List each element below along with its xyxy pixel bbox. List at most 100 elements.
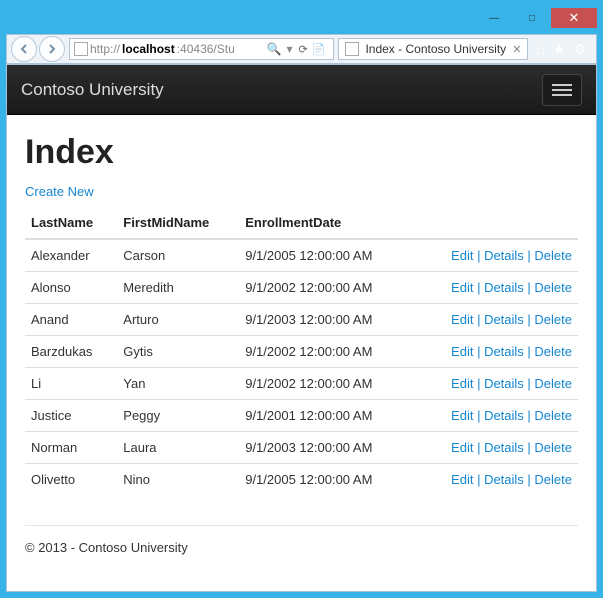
- back-button[interactable]: [11, 36, 37, 62]
- hamburger-bar-icon: [552, 89, 572, 91]
- compat-icon[interactable]: 📄: [312, 43, 326, 56]
- table-row: BarzdukasGytis9/1/2002 12:00:00 AMEdit |…: [25, 336, 578, 368]
- cell-lastname: Anand: [25, 304, 117, 336]
- cell-lastname: Olivetto: [25, 464, 117, 496]
- edit-link[interactable]: Edit: [451, 280, 473, 295]
- cell-actions: Edit | Details | Delete: [413, 304, 579, 336]
- action-separator: |: [473, 248, 484, 263]
- edit-link[interactable]: Edit: [451, 472, 473, 487]
- tab-close-icon[interactable]: ✕: [512, 43, 521, 56]
- delete-link[interactable]: Delete: [534, 440, 572, 455]
- brand-link[interactable]: Contoso University: [21, 80, 164, 100]
- tab-page-icon: [345, 42, 359, 56]
- window-close-button[interactable]: ✕: [551, 8, 597, 28]
- hamburger-bar-icon: [552, 94, 572, 96]
- details-link[interactable]: Details: [484, 248, 524, 263]
- delete-link[interactable]: Delete: [534, 344, 572, 359]
- edit-link[interactable]: Edit: [451, 248, 473, 263]
- page-footer: © 2013 - Contoso University: [25, 525, 578, 573]
- cell-lastname: Alexander: [25, 239, 117, 272]
- browser-toolbar: http://localhost:40436/Stu 🔍 ▾ ⟳ 📄 Index…: [6, 34, 597, 64]
- action-separator: |: [524, 472, 535, 487]
- forward-button[interactable]: [39, 36, 65, 62]
- cell-enrollment: 9/1/2005 12:00:00 AM: [239, 239, 412, 272]
- cell-lastname: Li: [25, 368, 117, 400]
- cell-actions: Edit | Details | Delete: [413, 464, 579, 496]
- edit-link[interactable]: Edit: [451, 376, 473, 391]
- table-row: AlonsoMeredith9/1/2002 12:00:00 AMEdit |…: [25, 272, 578, 304]
- details-link[interactable]: Details: [484, 312, 524, 327]
- edit-link[interactable]: Edit: [451, 344, 473, 359]
- toolbar-right-icons: ⌂ ★ ⚙: [530, 41, 592, 58]
- header-lastname: LastName: [25, 207, 117, 239]
- edit-link[interactable]: Edit: [451, 440, 473, 455]
- page-icon: [74, 42, 88, 56]
- window-title-bar: — □ ✕: [6, 6, 597, 30]
- edit-link[interactable]: Edit: [451, 312, 473, 327]
- details-link[interactable]: Details: [484, 440, 524, 455]
- details-link[interactable]: Details: [484, 408, 524, 423]
- action-separator: |: [473, 280, 484, 295]
- cell-firstname: Yan: [117, 368, 239, 400]
- settings-gear-icon[interactable]: ⚙: [573, 41, 586, 58]
- address-bar[interactable]: http://localhost:40436/Stu 🔍 ▾ ⟳ 📄: [69, 38, 334, 60]
- hamburger-bar-icon: [552, 84, 572, 86]
- footer-text: © 2013 - Contoso University: [25, 540, 188, 555]
- home-icon[interactable]: ⌂: [536, 41, 544, 57]
- scroll-container[interactable]: Contoso University Index Create New Last…: [7, 65, 596, 591]
- details-link[interactable]: Details: [484, 376, 524, 391]
- action-separator: |: [473, 472, 484, 487]
- action-separator: |: [473, 408, 484, 423]
- delete-link[interactable]: Delete: [534, 472, 572, 487]
- table-row: AlexanderCarson9/1/2005 12:00:00 AMEdit …: [25, 239, 578, 272]
- cell-lastname: Norman: [25, 432, 117, 464]
- table-row: JusticePeggy9/1/2001 12:00:00 AMEdit | D…: [25, 400, 578, 432]
- site-navbar: Contoso University: [7, 65, 596, 115]
- page-title: Index: [25, 133, 578, 172]
- window-minimize-button[interactable]: —: [475, 8, 513, 28]
- search-icon[interactable]: 🔍: [264, 42, 285, 56]
- table-header-row: LastName FirstMidName EnrollmentDate: [25, 207, 578, 239]
- cell-actions: Edit | Details | Delete: [413, 272, 579, 304]
- header-firstname: FirstMidName: [117, 207, 239, 239]
- table-row: AnandArturo9/1/2003 12:00:00 AMEdit | De…: [25, 304, 578, 336]
- delete-link[interactable]: Delete: [534, 312, 572, 327]
- cell-firstname: Arturo: [117, 304, 239, 336]
- window-maximize-button[interactable]: □: [513, 8, 551, 28]
- url-host: localhost: [122, 42, 175, 56]
- menu-toggle-button[interactable]: [542, 74, 582, 106]
- students-table: LastName FirstMidName EnrollmentDate Ale…: [25, 207, 578, 495]
- cell-actions: Edit | Details | Delete: [413, 432, 579, 464]
- arrow-left-icon: [18, 43, 30, 55]
- refresh-icon[interactable]: ⟳: [299, 43, 308, 56]
- delete-link[interactable]: Delete: [534, 408, 572, 423]
- header-actions: [413, 207, 579, 239]
- action-separator: |: [473, 312, 484, 327]
- action-separator: |: [524, 440, 535, 455]
- delete-link[interactable]: Delete: [534, 376, 572, 391]
- browser-tab[interactable]: Index - Contoso University ✕: [338, 38, 528, 60]
- delete-link[interactable]: Delete: [534, 280, 572, 295]
- table-row: NormanLaura9/1/2003 12:00:00 AMEdit | De…: [25, 432, 578, 464]
- action-separator: |: [524, 280, 535, 295]
- cell-actions: Edit | Details | Delete: [413, 336, 579, 368]
- action-separator: |: [524, 408, 535, 423]
- favorites-icon[interactable]: ★: [553, 41, 566, 58]
- cell-enrollment: 9/1/2002 12:00:00 AM: [239, 336, 412, 368]
- delete-link[interactable]: Delete: [534, 248, 572, 263]
- action-separator: |: [473, 376, 484, 391]
- cell-lastname: Barzdukas: [25, 336, 117, 368]
- cell-enrollment: 9/1/2003 12:00:00 AM: [239, 432, 412, 464]
- action-separator: |: [473, 344, 484, 359]
- details-link[interactable]: Details: [484, 472, 524, 487]
- action-separator: |: [524, 376, 535, 391]
- details-link[interactable]: Details: [484, 280, 524, 295]
- url-dropdown-icon[interactable]: ▾: [287, 42, 293, 56]
- create-new-link[interactable]: Create New: [25, 184, 94, 199]
- url-rest: :40436/Stu: [177, 42, 235, 56]
- details-link[interactable]: Details: [484, 344, 524, 359]
- edit-link[interactable]: Edit: [451, 408, 473, 423]
- page-body: Index Create New LastName FirstMidName E…: [7, 115, 596, 505]
- cell-firstname: Laura: [117, 432, 239, 464]
- cell-actions: Edit | Details | Delete: [413, 368, 579, 400]
